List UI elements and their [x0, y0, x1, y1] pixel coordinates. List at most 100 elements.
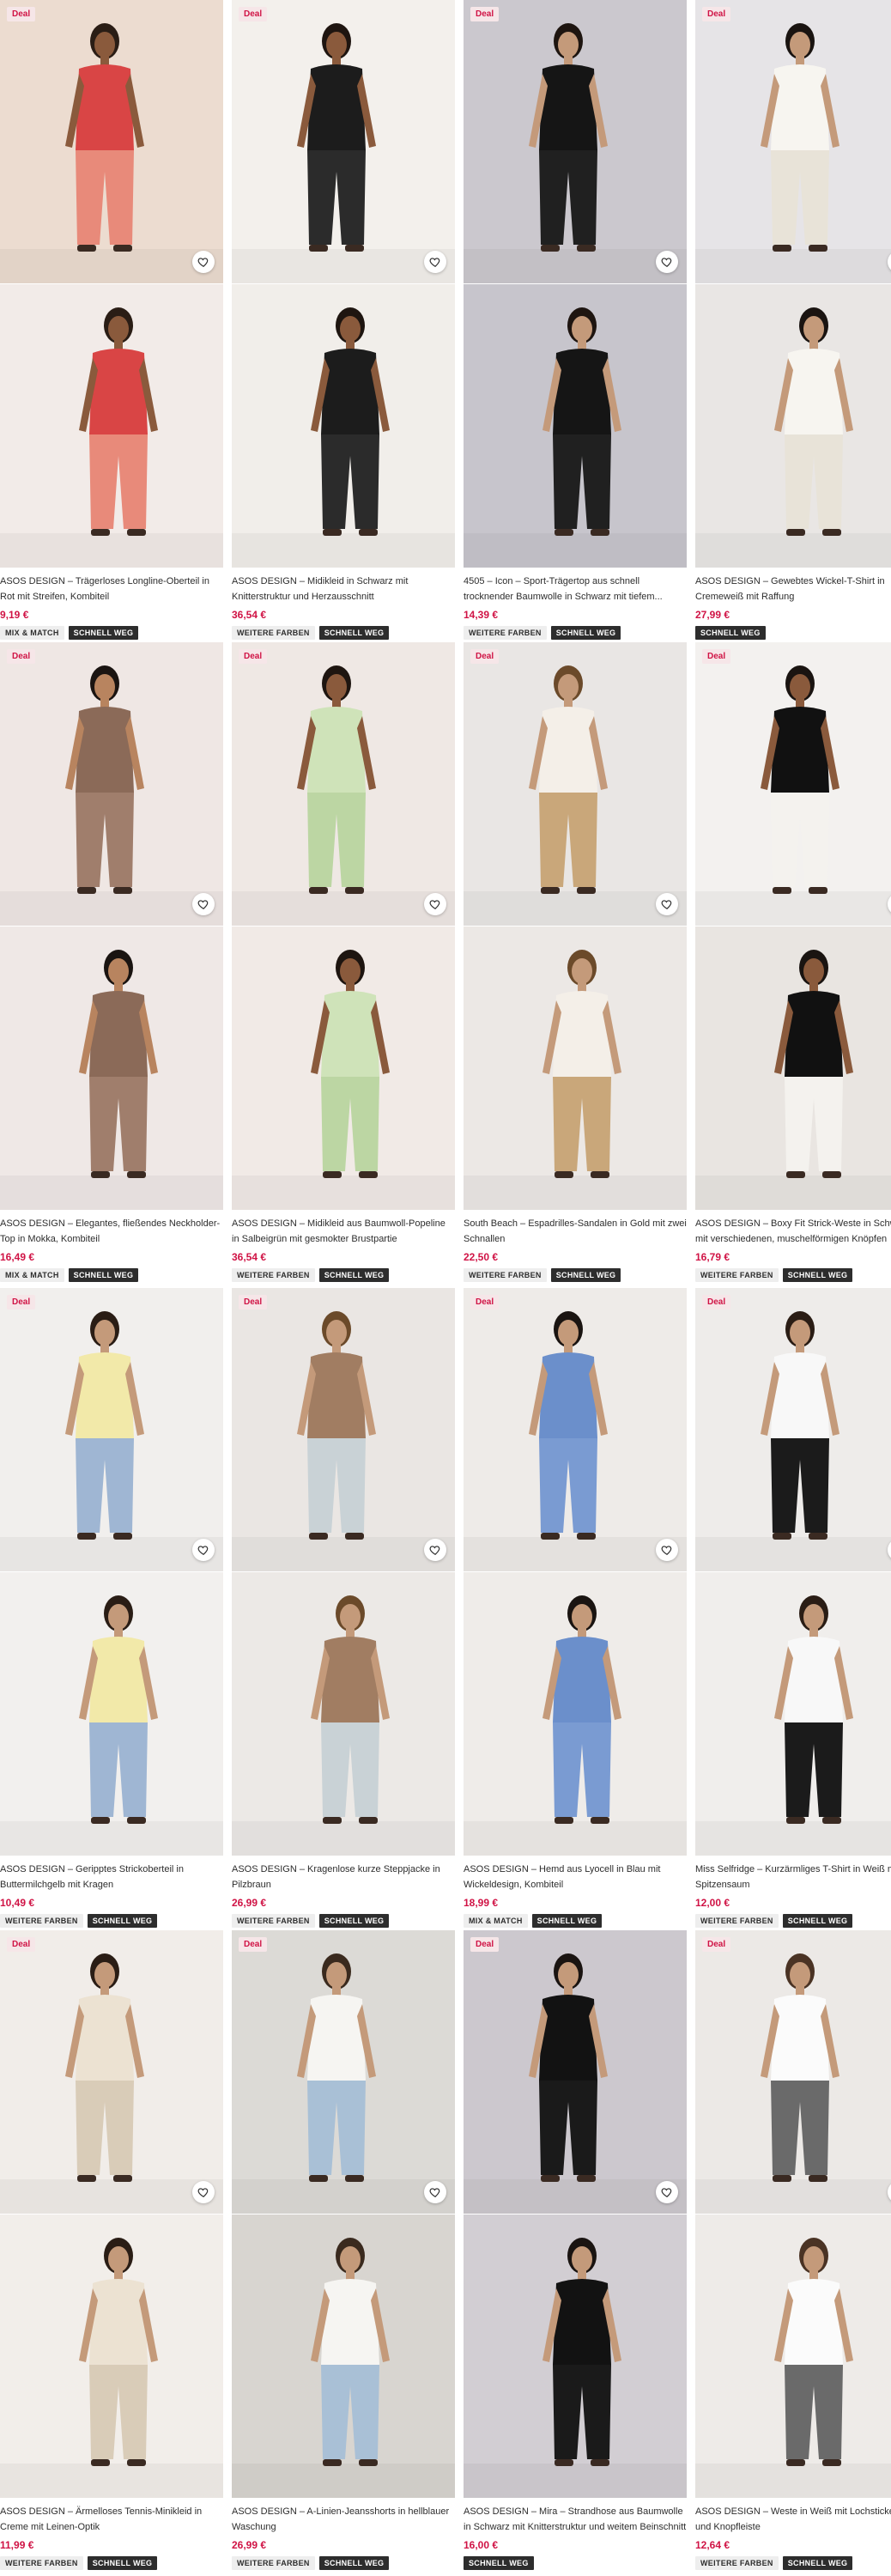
product-image-secondary[interactable] — [695, 2215, 891, 2498]
product-image-secondary[interactable] — [232, 2215, 455, 2498]
product-photo — [232, 284, 455, 568]
product-image-primary[interactable]: Deal — [0, 1930, 223, 2214]
product-info: ASOS DESIGN – Gewebtes Wickel-T-Shirt in… — [695, 574, 891, 640]
product-info: ASOS DESIGN – Hemd aus Lyocell in Blau m… — [464, 1862, 687, 1928]
product-image-primary[interactable]: Deal — [0, 642, 223, 926]
more-colours-badge[interactable]: WEITERE FARBEN — [695, 2556, 779, 2570]
selling-fast-badge: SCHNELL WEG — [318, 626, 390, 640]
deal-badge: Deal — [7, 1937, 36, 1952]
product-info: ASOS DESIGN – Kragenlose kurze Steppjack… — [232, 1862, 455, 1928]
product-image-primary[interactable]: Deal — [232, 1288, 455, 1571]
product-image-primary[interactable]: Deal — [695, 642, 891, 926]
product-price: 26,99 € — [232, 1897, 267, 1909]
product-image-primary[interactable]: Deal — [695, 1288, 891, 1571]
more-colours-badge[interactable]: WEITERE FARBEN — [695, 1914, 779, 1928]
product-title[interactable]: ASOS DESIGN – Weste in Weiß mit Lochstic… — [695, 2504, 891, 2535]
product-title[interactable]: ASOS DESIGN – Trägerloses Longline-Obert… — [0, 574, 223, 605]
product-badges: MIX & MATCH SCHNELL WEG — [0, 626, 223, 640]
deal-badge: Deal — [702, 1937, 731, 1952]
product-image-secondary[interactable] — [0, 1572, 223, 1856]
product-image-primary[interactable]: Deal — [232, 1930, 455, 2214]
product-image-primary[interactable]: Deal — [464, 1288, 687, 1571]
product-title[interactable]: ASOS DESIGN – Gewebtes Wickel-T-Shirt in… — [695, 574, 891, 605]
product-title[interactable]: ASOS DESIGN – Ärmelloses Tennis-Miniklei… — [0, 2504, 223, 2535]
product-image-primary[interactable]: Deal — [695, 0, 891, 283]
product-image-primary[interactable]: Deal — [695, 1930, 891, 2214]
product-image-primary[interactable]: Deal — [464, 1930, 687, 2214]
product-image-secondary[interactable] — [695, 1572, 891, 1856]
deal-badge: Deal — [7, 7, 36, 21]
more-colours-badge[interactable]: WEITERE FARBEN — [232, 2556, 315, 2570]
save-for-later-heart-icon[interactable] — [424, 1539, 446, 1561]
save-for-later-heart-icon[interactable] — [656, 893, 678, 915]
selling-fast-badge: SCHNELL WEG — [695, 626, 766, 640]
more-colours-badge[interactable]: WEITERE FARBEN — [464, 1268, 547, 1282]
save-for-later-heart-icon[interactable] — [656, 2181, 678, 2203]
product-image-secondary[interactable] — [232, 1572, 455, 1856]
product-image-primary[interactable]: Deal — [232, 642, 455, 926]
product-image-secondary[interactable] — [0, 927, 223, 1210]
product-title[interactable]: ASOS DESIGN – Midikleid aus Baumwoll-Pop… — [232, 1216, 455, 1247]
save-for-later-heart-icon[interactable] — [192, 1539, 215, 1561]
save-for-later-heart-icon[interactable] — [424, 251, 446, 273]
product-title[interactable]: ASOS DESIGN – Mira – Strandhose aus Baum… — [464, 2504, 687, 2535]
product-image-secondary[interactable] — [0, 2215, 223, 2498]
save-for-later-heart-icon[interactable] — [656, 1539, 678, 1561]
more-colours-badge[interactable]: WEITERE FARBEN — [0, 2556, 83, 2570]
save-for-later-heart-icon[interactable] — [424, 893, 446, 915]
product-image-secondary[interactable] — [464, 2215, 687, 2498]
more-colours-badge[interactable]: WEITERE FARBEN — [464, 626, 547, 640]
deal-badge: Deal — [702, 7, 731, 21]
product-image-secondary[interactable] — [0, 284, 223, 568]
product-title[interactable]: ASOS DESIGN – A-Linien-Jeansshorts in he… — [232, 2504, 455, 2535]
product-image-primary[interactable]: Deal — [232, 0, 455, 283]
product-title[interactable]: ASOS DESIGN – Midikleid in Schwarz mit K… — [232, 574, 455, 605]
mix-match-badge[interactable]: MIX & MATCH — [0, 1268, 64, 1282]
product-badges: WEITERE FARBEN SCHNELL WEG — [232, 1268, 455, 1282]
product-title[interactable]: Miss Selfridge – Kurzärmliges T-Shirt in… — [695, 1862, 891, 1893]
save-for-later-heart-icon[interactable] — [656, 251, 678, 273]
product-title[interactable]: ASOS DESIGN – Geripptes Strickoberteil i… — [0, 1862, 223, 1893]
product-image-secondary[interactable] — [464, 1572, 687, 1856]
more-colours-badge[interactable]: WEITERE FARBEN — [232, 1914, 315, 1928]
product-title[interactable]: ASOS DESIGN – Hemd aus Lyocell in Blau m… — [464, 1862, 687, 1893]
selling-fast-badge: SCHNELL WEG — [87, 1914, 158, 1928]
product-photo — [232, 1572, 455, 1856]
product-info: ASOS DESIGN – Midikleid aus Baumwoll-Pop… — [232, 1216, 455, 1282]
product-image-secondary[interactable] — [464, 927, 687, 1210]
product-badges: WEITERE FARBEN SCHNELL WEG — [695, 2556, 891, 2570]
mix-match-badge[interactable]: MIX & MATCH — [464, 1914, 528, 1928]
product-photo — [0, 0, 223, 283]
product-image-secondary[interactable] — [695, 284, 891, 568]
product-image-secondary[interactable] — [695, 927, 891, 1210]
product-image-secondary[interactable] — [464, 284, 687, 568]
save-for-later-heart-icon[interactable] — [192, 251, 215, 273]
product-photo — [695, 927, 891, 1210]
product-title[interactable]: ASOS DESIGN – Elegantes, fließendes Neck… — [0, 1216, 223, 1247]
product-title[interactable]: ASOS DESIGN – Boxy Fit Strick-Weste in S… — [695, 1216, 891, 1247]
more-colours-badge[interactable]: WEITERE FARBEN — [232, 626, 315, 640]
product-image-primary[interactable]: Deal — [464, 0, 687, 283]
more-colours-badge[interactable]: WEITERE FARBEN — [232, 1268, 315, 1282]
product-title[interactable]: South Beach – Espadrilles-Sandalen in Go… — [464, 1216, 687, 1247]
product-price: 9,19 € — [0, 609, 29, 621]
product-image-primary[interactable]: Deal — [464, 642, 687, 926]
product-title[interactable]: 4505 – Icon – Sport-Trägertop aus schnel… — [464, 574, 687, 605]
selling-fast-badge: SCHNELL WEG — [68, 1268, 139, 1282]
product-info: South Beach – Espadrilles-Sandalen in Go… — [464, 1216, 687, 1282]
product-badges: SCHNELL WEG — [464, 2556, 687, 2570]
mix-match-badge[interactable]: MIX & MATCH — [0, 626, 64, 640]
product-image-primary[interactable]: Deal — [0, 0, 223, 283]
more-colours-badge[interactable]: WEITERE FARBEN — [0, 1914, 83, 1928]
product-image-primary[interactable]: Deal — [0, 1288, 223, 1571]
product-title[interactable]: ASOS DESIGN – Kragenlose kurze Steppjack… — [232, 1862, 455, 1893]
product-image-secondary[interactable] — [232, 284, 455, 568]
save-for-later-heart-icon[interactable] — [424, 2181, 446, 2203]
selling-fast-badge: SCHNELL WEG — [87, 2556, 158, 2570]
product-image-secondary[interactable] — [232, 927, 455, 1210]
save-for-later-heart-icon[interactable] — [192, 893, 215, 915]
more-colours-badge[interactable]: WEITERE FARBEN — [695, 1268, 779, 1282]
selling-fast-badge: SCHNELL WEG — [464, 2556, 534, 2570]
save-for-later-heart-icon[interactable] — [192, 2181, 215, 2203]
selling-fast-badge: SCHNELL WEG — [68, 626, 139, 640]
